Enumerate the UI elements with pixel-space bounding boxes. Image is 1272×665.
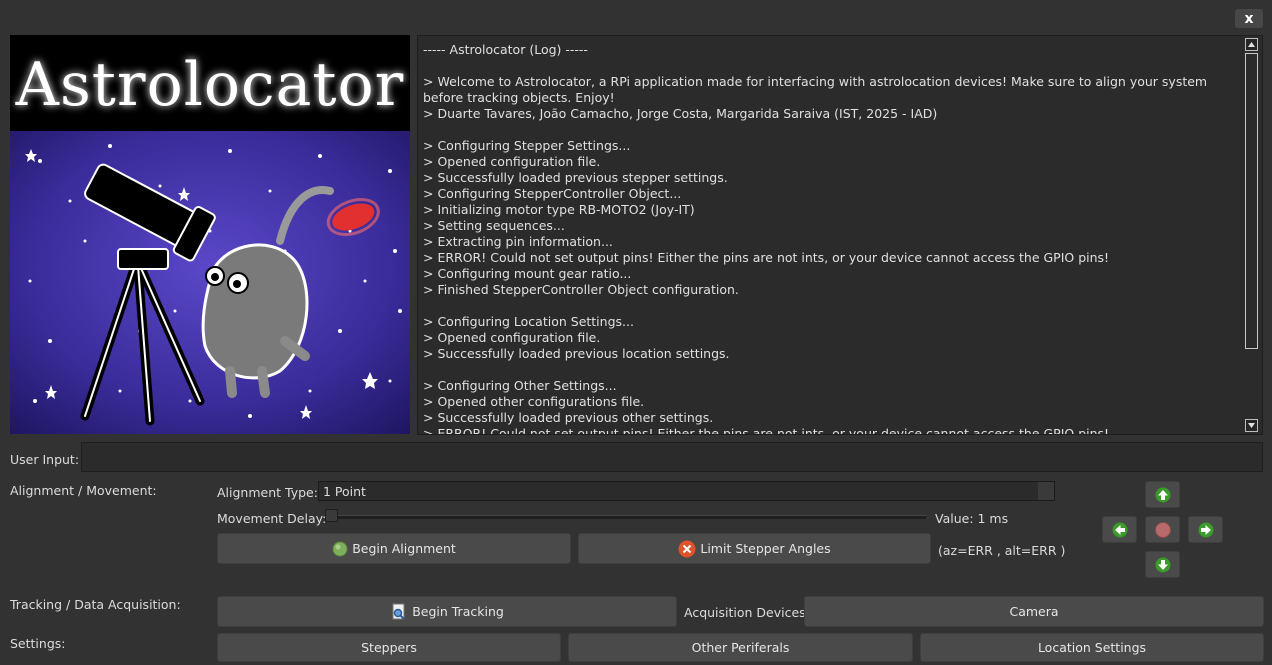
banner-image: Astrolocator bbox=[10, 35, 410, 434]
tracking-section-label: Tracking / Data Acquisition: bbox=[10, 597, 181, 612]
right-arrow-icon bbox=[1198, 522, 1213, 537]
log-text: ----- Astrolocator (Log) ----- > Welcome … bbox=[423, 42, 1236, 435]
up-arrow-icon bbox=[1155, 487, 1170, 502]
stepper-angles-readout: (az=ERR , alt=ERR ) bbox=[938, 543, 1066, 558]
close-button[interactable]: x bbox=[1235, 9, 1263, 28]
log-line: > Setting sequences... bbox=[423, 218, 565, 233]
begin-tracking-button[interactable]: Begin Tracking bbox=[217, 596, 677, 627]
limit-stepper-angles-button[interactable]: Limit Stepper Angles bbox=[578, 533, 931, 564]
movement-delay-value: Value: 1 ms bbox=[935, 511, 1009, 526]
scroll-down-button[interactable] bbox=[1245, 419, 1258, 432]
move-left-button[interactable] bbox=[1102, 516, 1137, 543]
log-panel[interactable]: ----- Astrolocator (Log) ----- > Welcome … bbox=[417, 35, 1263, 435]
log-line: > Configuring mount gear ratio... bbox=[423, 266, 632, 281]
alignment-type-select[interactable]: 1 Point bbox=[318, 481, 1055, 501]
log-line: > Successfully loaded previous location … bbox=[423, 346, 730, 361]
move-right-button[interactable] bbox=[1188, 516, 1223, 543]
scroll-up-button[interactable] bbox=[1245, 38, 1258, 51]
log-line: > Finished StepperController Object conf… bbox=[423, 282, 739, 297]
log-line: > Opened configuration file. bbox=[423, 154, 601, 169]
log-line: > Successfully loaded previous other set… bbox=[423, 410, 714, 425]
green-dot-icon bbox=[332, 541, 348, 556]
banner-title: Astrolocator bbox=[10, 35, 410, 131]
move-down-button[interactable] bbox=[1145, 551, 1180, 578]
move-up-button[interactable] bbox=[1145, 481, 1180, 508]
log-line: > Successfully loaded previous stepper s… bbox=[423, 170, 728, 185]
dropdown-arrow-icon bbox=[1038, 482, 1054, 500]
location-settings-button[interactable]: Location Settings bbox=[920, 633, 1264, 662]
movement-delay-label: Movement Delay: bbox=[217, 511, 327, 526]
steppers-settings-button[interactable]: Steppers bbox=[217, 633, 561, 662]
user-input-field[interactable] bbox=[81, 442, 1263, 472]
down-arrow-icon bbox=[1155, 557, 1170, 572]
close-icon: x bbox=[1244, 10, 1254, 27]
limit-stepper-angles-label: Limit Stepper Angles bbox=[700, 541, 831, 556]
other-peripherals-label: Other Periferals bbox=[691, 640, 790, 655]
alignment-type-value: 1 Point bbox=[323, 484, 366, 499]
scroll-down-icon bbox=[1248, 423, 1255, 428]
log-line: > Opened other configurations file. bbox=[423, 394, 645, 409]
scroll-thumb[interactable] bbox=[1245, 53, 1258, 349]
log-line: > Configuring Location Settings... bbox=[423, 314, 634, 329]
log-scrollbar[interactable] bbox=[1243, 36, 1261, 434]
alignment-type-label: Alignment Type: bbox=[217, 485, 318, 500]
begin-tracking-label: Begin Tracking bbox=[412, 604, 504, 619]
stop-icon bbox=[1154, 521, 1171, 538]
banner-illustration bbox=[10, 131, 410, 434]
log-line: > ERROR! Could not set output pins! Eith… bbox=[423, 250, 1110, 265]
log-line: > Initializing motor type RB-MOTO2 (Joy-… bbox=[423, 202, 695, 217]
movement-delay-slider[interactable] bbox=[326, 515, 926, 519]
location-settings-label: Location Settings bbox=[1037, 640, 1147, 655]
acquisition-devices-label: Acquisition Devices: bbox=[684, 605, 810, 620]
log-line: > Extracting pin information... bbox=[423, 234, 613, 249]
other-peripherals-button[interactable]: Other Periferals bbox=[568, 633, 913, 662]
user-input-label: User Input: bbox=[10, 452, 80, 467]
alignment-section-label: Alignment / Movement: bbox=[10, 483, 157, 498]
log-line: > Welcome to Astrolocator, a RPi applica… bbox=[423, 74, 1212, 105]
log-line: > Configuring Other Settings... bbox=[423, 378, 617, 393]
stop-button[interactable] bbox=[1145, 516, 1180, 543]
log-line: > Duarte Tavares, João Camacho, Jorge Co… bbox=[423, 106, 938, 121]
log-line: > Configuring StepperController Object..… bbox=[423, 186, 682, 201]
settings-section-label: Settings: bbox=[10, 636, 66, 651]
log-line: > ERROR! Could not set output pins! Eith… bbox=[423, 426, 1110, 435]
document-search-icon bbox=[392, 603, 405, 620]
begin-alignment-button[interactable]: Begin Alignment bbox=[217, 533, 571, 564]
movement-delay-slider-handle[interactable] bbox=[325, 509, 338, 522]
steppers-settings-label: Steppers bbox=[361, 640, 417, 655]
left-arrow-icon bbox=[1112, 522, 1127, 537]
acquisition-device-value: Camera bbox=[1009, 604, 1059, 619]
log-line: ----- Astrolocator (Log) ----- bbox=[423, 42, 588, 57]
log-line: > Configuring Stepper Settings... bbox=[423, 138, 631, 153]
acquisition-device-select[interactable]: Camera bbox=[804, 596, 1264, 627]
log-line: > Opened configuration file. bbox=[423, 330, 601, 345]
begin-alignment-label: Begin Alignment bbox=[352, 541, 456, 556]
x-circle-icon bbox=[678, 540, 696, 557]
scroll-up-icon bbox=[1248, 42, 1255, 47]
